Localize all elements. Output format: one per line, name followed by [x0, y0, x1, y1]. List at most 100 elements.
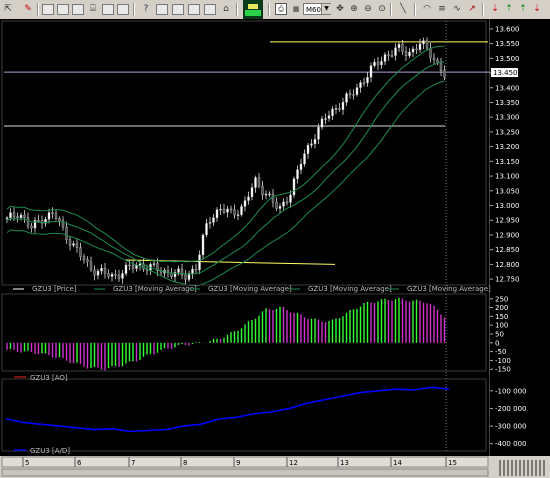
candle-body — [26, 217, 30, 227]
zoom-out-icon[interactable]: ⊖ — [362, 3, 374, 15]
toolbar: ⇱ ✎ ⌸ ? ⌂ ⎙ ▦ M60 ▼ ✥ ⊕ ⊖ ⊙ ╲ ◠ ≡ ∿ ↗ ⇣ … — [0, 0, 550, 20]
fibonacci-icon[interactable]: ≡ — [436, 3, 448, 15]
toolbar-separator — [37, 3, 39, 16]
candle-body — [341, 102, 345, 110]
legend-label: GZU3 [A/D] — [30, 447, 70, 455]
candle-body — [100, 268, 103, 272]
grid-icon[interactable]: ▦ — [290, 3, 302, 15]
ad-line — [5, 386, 450, 433]
candle-body — [65, 226, 68, 240]
y-tick-label: 12.850 — [495, 246, 520, 254]
thumbnail-icon[interactable] — [243, 0, 263, 19]
candle-body — [240, 206, 243, 215]
candle-body — [117, 274, 121, 279]
candle-body — [250, 187, 254, 198]
candle-body — [338, 108, 341, 110]
candle-body — [352, 94, 355, 96]
candle-body — [177, 268, 180, 273]
x-tick-label: 8 — [183, 459, 187, 467]
candle-body — [408, 51, 411, 56]
window-icon[interactable] — [57, 4, 69, 15]
window-icon[interactable] — [188, 4, 200, 15]
candle-body — [30, 225, 33, 229]
signal-icon[interactable]: ⇡ — [517, 3, 529, 15]
y-tick-label: 150 — [495, 313, 508, 321]
candle-body — [103, 268, 107, 274]
help-icon[interactable]: ? — [140, 3, 152, 15]
candle-body — [68, 239, 72, 246]
candle-body — [268, 193, 271, 196]
candle-body — [131, 264, 135, 269]
arrow-icon[interactable]: ↗ — [466, 3, 478, 15]
candle-body — [404, 51, 408, 56]
y-tick-label: 13.000 — [495, 202, 520, 210]
y-tick-label: 50 — [495, 331, 504, 339]
cursor-icon[interactable]: ⇱ — [2, 3, 14, 15]
candle-body — [310, 143, 313, 146]
candle-body — [47, 212, 51, 220]
candle-body — [324, 118, 327, 120]
candle-body — [243, 200, 247, 207]
arc-icon[interactable]: ◠ — [421, 3, 433, 15]
toolbar-separator — [268, 3, 270, 16]
candle-body — [369, 65, 373, 78]
print-icon[interactable]: ⎙ — [275, 3, 287, 15]
window-icon[interactable] — [204, 4, 216, 15]
candle-body — [96, 270, 100, 276]
candle-body — [208, 222, 212, 224]
candle-body — [429, 47, 432, 59]
moving-average-line — [6, 45, 445, 263]
candle-body — [212, 217, 215, 223]
signal-icon[interactable]: ⇣ — [531, 3, 543, 15]
window-icon[interactable] — [156, 4, 168, 15]
window-icon[interactable] — [172, 4, 184, 15]
text-icon[interactable]: ∿ — [451, 3, 463, 15]
y-tick-label: -400 000 — [495, 440, 526, 448]
candle-body — [317, 126, 320, 140]
legend-label: GZU3 [Moving Average] — [208, 285, 292, 293]
y-tick-label: 100 — [495, 322, 508, 330]
properties-icon[interactable]: ⌸ — [87, 3, 99, 15]
candle-body — [121, 273, 124, 279]
y-tick-label: 13.300 — [495, 114, 520, 122]
y-tick-label: 250 — [495, 295, 508, 303]
zoom-in-icon[interactable]: ⊙ — [376, 3, 388, 15]
x-tick-label: 9 — [236, 459, 240, 467]
window-icon[interactable] — [72, 4, 84, 15]
window-icon[interactable] — [42, 4, 54, 15]
candle-body — [124, 264, 128, 274]
candle-body — [114, 273, 117, 276]
candle-body — [359, 82, 362, 88]
line-icon[interactable]: ╲ — [397, 3, 409, 15]
candle-body — [425, 40, 429, 49]
signal-icon[interactable]: ⇡ — [503, 3, 515, 15]
candle-body — [383, 54, 387, 62]
x-tick-label: 5 — [25, 459, 29, 467]
lock-icon[interactable]: ⌂ — [220, 3, 232, 15]
window-icon[interactable] — [117, 4, 129, 15]
candle-body — [86, 259, 89, 262]
x-tick-label: 6 — [77, 459, 82, 467]
y-tick-label: -200 000 — [495, 405, 526, 413]
x-tick-label: 15 — [448, 459, 457, 467]
candle-body — [285, 201, 289, 204]
chart-area[interactable]: 13.600 13.550 13.500 13.450 13.400 13.350 13.3… — [0, 19, 550, 478]
candle-body — [443, 70, 446, 78]
window-icon[interactable] — [102, 4, 114, 15]
candle-body — [236, 214, 240, 216]
candle-body — [219, 208, 222, 211]
candle-body — [51, 212, 54, 214]
candle-body — [23, 214, 26, 218]
signal-icon[interactable]: ⇣ — [489, 3, 501, 15]
candle-body — [12, 212, 16, 217]
chevron-down-icon[interactable]: ▼ — [321, 4, 331, 14]
x-tick-label: 12 — [289, 459, 298, 467]
chart-svg[interactable]: 13.600 13.550 13.500 13.450 13.400 13.350 13.3… — [0, 19, 550, 478]
wizard-icon[interactable]: ✎ — [22, 3, 34, 15]
y-tick-label: -100 — [495, 357, 511, 365]
candle-body — [33, 220, 37, 229]
y-tick-label: 13.550 — [495, 40, 520, 48]
candle-body — [58, 218, 61, 221]
zoom-center-icon[interactable]: ⊕ — [348, 3, 360, 15]
move-icon[interactable]: ✥ — [334, 3, 346, 15]
